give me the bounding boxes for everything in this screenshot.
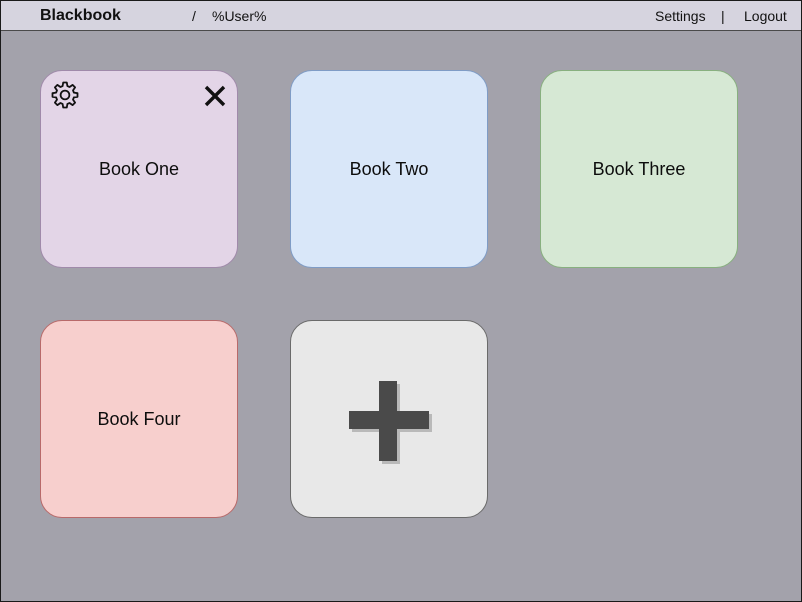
plus-icon xyxy=(349,381,432,464)
app-title[interactable]: Blackbook xyxy=(40,7,121,25)
settings-link[interactable]: Settings xyxy=(655,7,706,25)
book-tile-book-three[interactable]: Book Three xyxy=(540,70,738,268)
book-tile-book-one[interactable]: Book One xyxy=(40,70,238,268)
close-icon[interactable] xyxy=(203,84,227,108)
add-book-button[interactable] xyxy=(290,320,488,518)
book-label: Book Three xyxy=(592,159,686,179)
top-bar: Blackbook / %User% Settings | Logout xyxy=(1,1,801,31)
gear-icon[interactable] xyxy=(50,80,80,110)
book-label: Book One xyxy=(98,159,180,179)
book-label: Book Two xyxy=(349,159,429,179)
nav-separator: | xyxy=(721,8,725,24)
book-label: Book Four xyxy=(97,409,181,429)
breadcrumb-separator: / xyxy=(192,8,196,24)
book-tile-book-four[interactable]: Book Four xyxy=(40,320,238,518)
book-tile-book-two[interactable]: Book Two xyxy=(290,70,488,268)
app-window: Blackbook / %User% Settings | Logout Boo… xyxy=(0,0,802,602)
logout-link[interactable]: Logout xyxy=(744,7,787,25)
breadcrumb-user[interactable]: %User% xyxy=(212,7,266,25)
